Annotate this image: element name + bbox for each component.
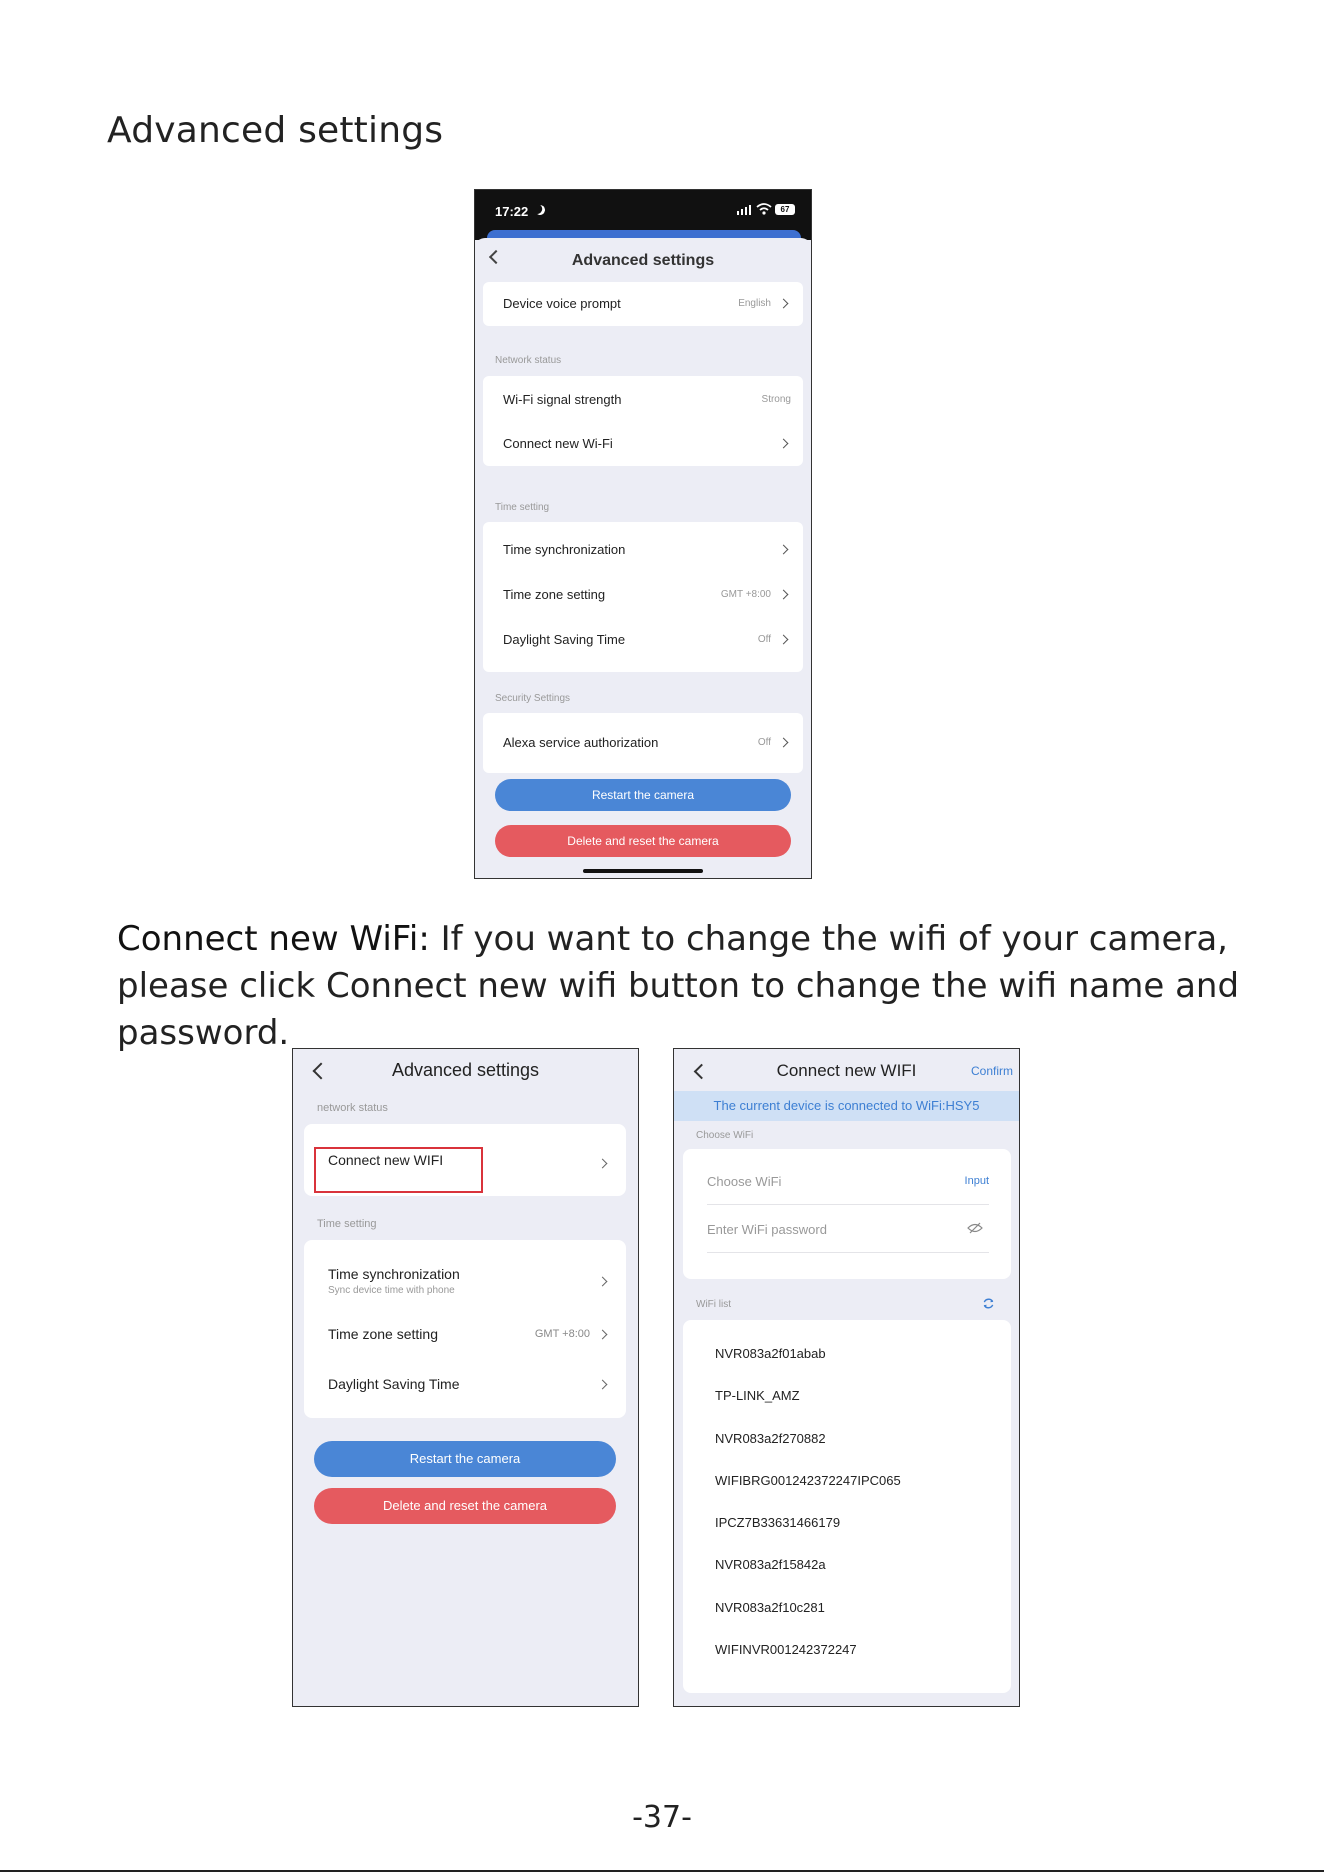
wifi-list-item[interactable]: WIFIBRG001242372247IPC065: [715, 1473, 901, 1488]
row-label: Daylight Saving Time: [328, 1376, 460, 1392]
row-label: Daylight Saving Time: [503, 632, 626, 647]
section-choose-wifi: Choose WiFi: [696, 1130, 754, 1141]
connected-wifi-banner: The current device is connected to WiFi:…: [674, 1091, 1019, 1121]
row-time-zone-setting[interactable]: Time zone setting GMT +8:00: [483, 573, 803, 617]
chevron-right-icon: [778, 589, 789, 600]
row-label: Connect new Wi-Fi: [503, 436, 613, 451]
home-indicator: [583, 869, 703, 873]
screen-title: Connect new WIFI: [776, 1061, 917, 1080]
input-link[interactable]: Input: [965, 1175, 989, 1187]
row-value: English: [738, 298, 771, 309]
row-value: Strong: [761, 394, 791, 405]
section-time-setting: Time setting: [495, 502, 550, 513]
card-voice: Device voice prompt English: [483, 282, 803, 326]
row-value: Off: [757, 737, 771, 748]
row-label: Time synchronization: [328, 1266, 460, 1282]
password-placeholder: Enter WiFi password: [707, 1222, 827, 1237]
delete-reset-camera-button[interactable]: Delete and reset the camera: [495, 825, 791, 857]
choose-wifi-field[interactable]: Choose WiFi Input: [707, 1159, 989, 1205]
row-value: GMT +8:00: [534, 1328, 590, 1340]
row-daylight-saving-time[interactable]: Daylight Saving Time: [304, 1354, 626, 1404]
row-time-zone-setting[interactable]: Time zone setting GMT +8:00: [304, 1304, 626, 1354]
chevron-right-icon: [597, 1329, 608, 1340]
chevron-right-icon: [778, 298, 789, 309]
row-value: GMT +8:00: [720, 589, 771, 600]
confirm-button[interactable]: Confirm: [971, 1064, 1013, 1078]
wifi-list-item[interactable]: NVR083a2f15842a: [715, 1557, 826, 1572]
restart-camera-button[interactable]: Restart the camera: [314, 1441, 616, 1477]
row-label: Time zone setting: [328, 1326, 438, 1342]
row-sublabel: Sync device time with phone: [328, 1285, 455, 1296]
row-label: Time synchronization: [503, 542, 626, 557]
page-heading: Advanced settings: [107, 110, 444, 151]
phone-screenshot-advanced-settings-2: Advanced settings network status Connect…: [292, 1048, 639, 1707]
wifi-list-item[interactable]: NVR083a2f10c281: [715, 1600, 825, 1615]
chevron-right-icon: [597, 1158, 608, 1169]
wifi-password-field[interactable]: Enter WiFi password: [707, 1207, 989, 1253]
card-security: Alexa service authorization Off: [483, 713, 803, 773]
chevron-right-icon: [778, 438, 789, 449]
wifi-icon: [756, 203, 772, 215]
card-time: Time synchronization Time zone setting G…: [483, 522, 803, 672]
delete-reset-camera-button[interactable]: Delete and reset the camera: [314, 1488, 616, 1524]
eye-off-icon[interactable]: [967, 1222, 983, 1234]
row-connect-new-wifi[interactable]: Connect new Wi-Fi: [483, 422, 803, 466]
row-daylight-saving-time[interactable]: Daylight Saving Time Off: [483, 618, 803, 662]
wifi-list-item[interactable]: NVR083a2f270882: [715, 1431, 826, 1446]
restart-camera-button[interactable]: Restart the camera: [495, 779, 791, 811]
section-security-settings: Security Settings: [495, 693, 571, 704]
highlight-box: [314, 1147, 483, 1193]
phone-screenshot-advanced-settings: 17:22 67 Advanced settings Device voice …: [474, 189, 812, 879]
card-time: Time synchronization Sync device time wi…: [304, 1240, 626, 1418]
row-time-synchronization[interactable]: Time synchronization: [483, 528, 803, 572]
choose-wifi-placeholder: Choose WiFi: [707, 1174, 782, 1189]
card-network: Wi-Fi signal strength Strong Connect new…: [483, 376, 803, 466]
page-number: -37-: [632, 1800, 692, 1835]
status-time: 17:22: [495, 204, 529, 219]
card-choose-wifi: Choose WiFi Input Enter WiFi password: [683, 1149, 1011, 1279]
chevron-right-icon: [597, 1379, 608, 1390]
section-network-status: Network status: [495, 355, 562, 366]
signal-icon: [737, 204, 751, 215]
phone-screenshot-connect-new-wifi: Connect new WIFI Confirm The current dev…: [673, 1048, 1020, 1707]
moon-icon: [534, 204, 547, 217]
wifi-list-item[interactable]: TP-LINK_AMZ: [715, 1388, 800, 1403]
chevron-right-icon: [778, 544, 789, 555]
section-wifi-list: WiFi list: [696, 1299, 731, 1310]
screen-title: Advanced settings: [571, 252, 715, 269]
row-label: Alexa service authorization: [503, 735, 659, 750]
battery-icon: 67: [775, 204, 795, 215]
section-time-setting: Time setting: [317, 1218, 377, 1230]
instruction-paragraph: Connect new WiFi: If you want to change …: [117, 916, 1257, 1057]
row-wifi-signal-strength: Wi-Fi signal strength Strong: [483, 378, 803, 422]
row-label: Time zone setting: [503, 587, 606, 602]
screen-title: Advanced settings: [391, 1060, 540, 1080]
row-value: Off: [757, 634, 771, 645]
chevron-right-icon: [778, 737, 789, 748]
row-label: Device voice prompt: [503, 296, 621, 311]
chevron-right-icon: [778, 634, 789, 645]
row-alexa-service-authorization[interactable]: Alexa service authorization Off: [483, 721, 803, 765]
card-wifi-list: NVR083a2f01abab TP-LINK_AMZ NVR083a2f270…: [683, 1320, 1011, 1693]
chevron-right-icon: [597, 1276, 608, 1287]
section-network-status: network status: [317, 1102, 388, 1114]
row-label: Wi-Fi signal strength: [503, 392, 622, 407]
refresh-icon[interactable]: [982, 1297, 995, 1310]
wifi-list-item[interactable]: NVR083a2f01abab: [715, 1346, 826, 1361]
wifi-list-item[interactable]: WIFINVR001242372247: [715, 1642, 857, 1657]
row-time-synchronization[interactable]: Time synchronization Sync device time wi…: [304, 1240, 626, 1304]
row-device-voice-prompt[interactable]: Device voice prompt English: [483, 282, 803, 326]
paragraph-lead: Connect new WiFi:: [117, 919, 430, 959]
wifi-list-item[interactable]: IPCZ7B33631466179: [715, 1515, 840, 1530]
wifi-list: NVR083a2f01abab TP-LINK_AMZ NVR083a2f270…: [683, 1320, 1011, 1693]
